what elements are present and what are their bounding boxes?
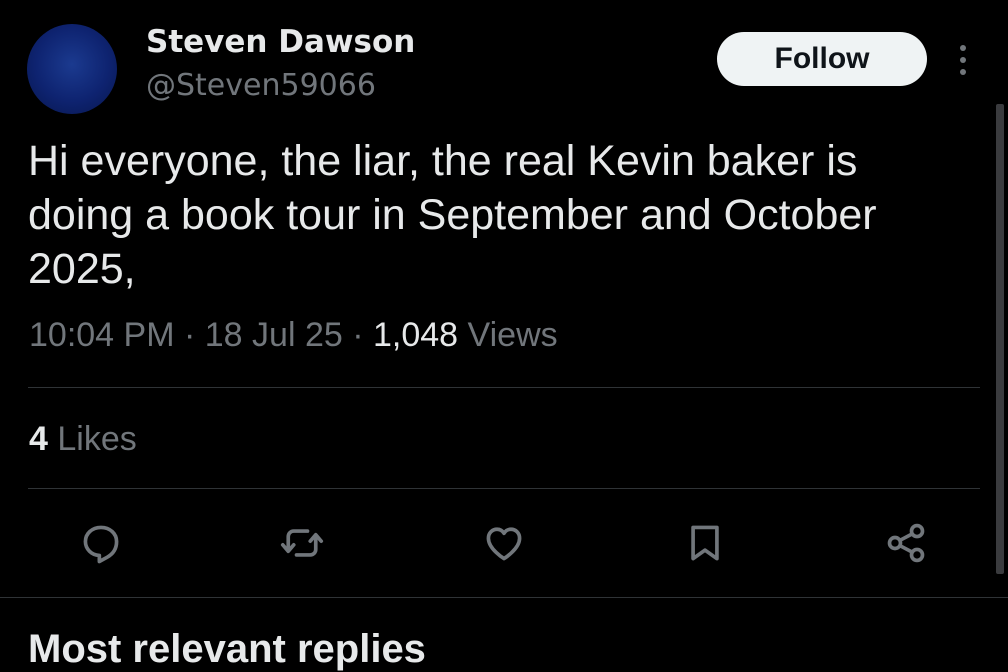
retweet-button[interactable] xyxy=(280,521,324,565)
meta-separator: · xyxy=(352,316,364,354)
views-count: 1,048 xyxy=(373,316,459,354)
author-display-name[interactable]: Steven Dawson xyxy=(146,24,415,60)
more-options-icon[interactable] xyxy=(949,42,977,78)
author-handle[interactable]: @Steven59066 xyxy=(146,68,376,103)
replies-section-heading: Most relevant replies xyxy=(28,627,426,671)
avatar[interactable] xyxy=(27,24,117,114)
scrollbar[interactable] xyxy=(996,104,1004,574)
bookmark-button[interactable] xyxy=(683,521,727,565)
reply-icon xyxy=(83,525,119,564)
likes-count: 4 xyxy=(29,420,48,458)
divider xyxy=(28,488,980,489)
tweet-time[interactable]: 10:04 PM xyxy=(29,316,175,354)
tweet-metadata: 10:04 PM · 18 Jul 25 · 1,048 Views xyxy=(29,316,558,355)
reply-button[interactable] xyxy=(79,521,123,565)
divider xyxy=(0,597,1008,598)
bookmark-icon xyxy=(691,525,719,561)
share-button[interactable] xyxy=(884,521,928,565)
meta-separator: · xyxy=(183,316,196,354)
share-icon xyxy=(887,523,925,563)
likes-count-link[interactable]: 4 Likes xyxy=(29,420,137,459)
tweet-text: Hi everyone, the liar, the real Kevin ba… xyxy=(28,137,877,293)
like-button[interactable] xyxy=(482,521,526,565)
tweet-date[interactable]: 18 Jul 25 xyxy=(205,316,343,354)
retweet-icon xyxy=(280,529,324,557)
follow-button[interactable]: Follow xyxy=(717,32,927,86)
divider xyxy=(28,387,980,388)
views-label: Views xyxy=(467,316,558,354)
likes-label: Likes xyxy=(57,420,137,458)
like-icon xyxy=(486,527,522,561)
